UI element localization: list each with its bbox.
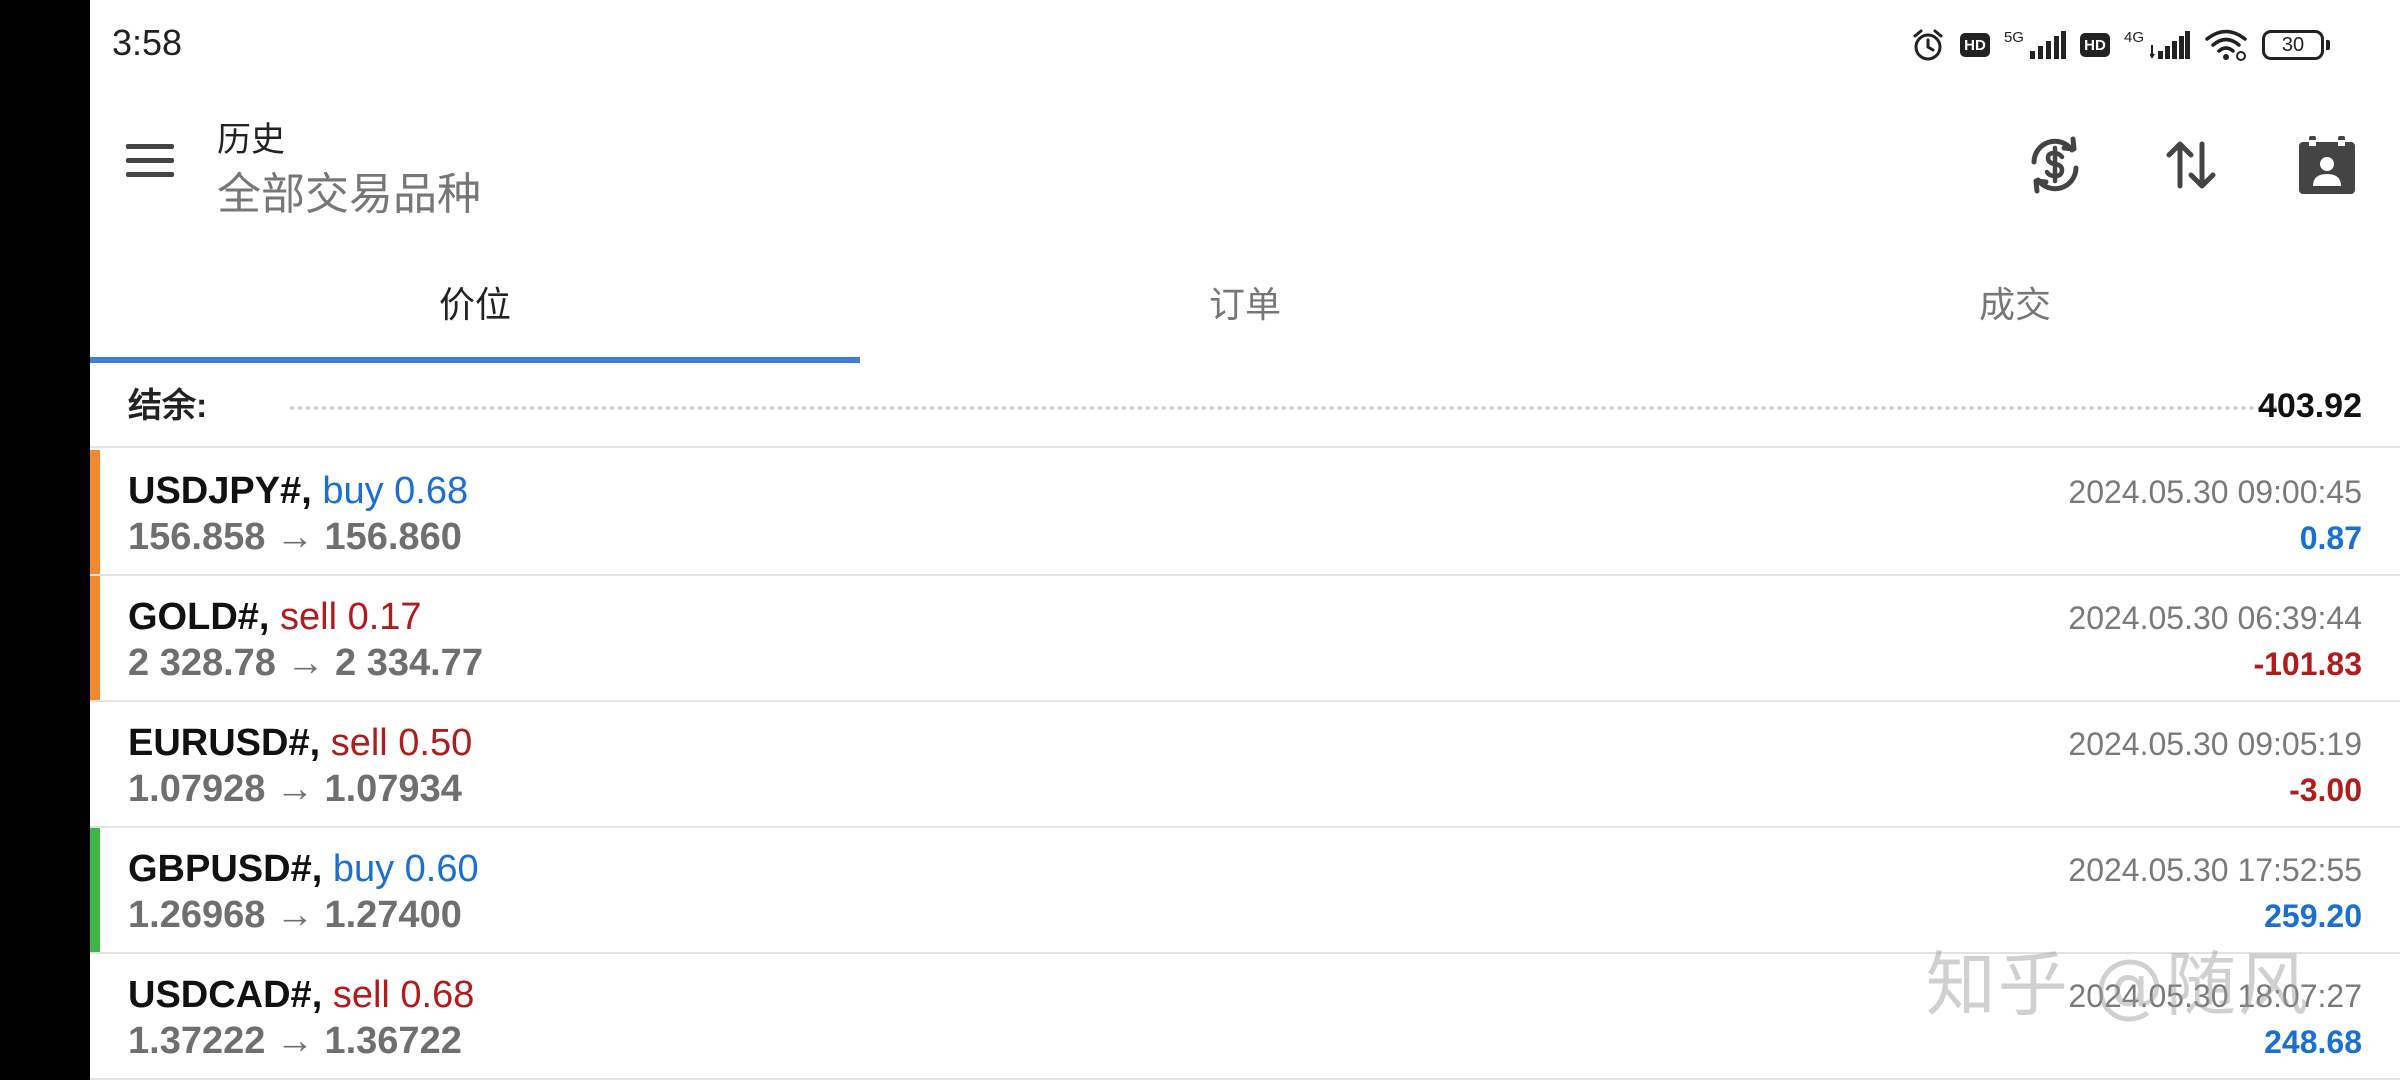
battery-level: 30 — [2262, 30, 2324, 60]
signal-4g-icon — [2150, 31, 2190, 59]
menu-icon[interactable] — [126, 130, 186, 190]
row-marker — [90, 450, 100, 574]
position-symbol: EURUSD#, — [128, 722, 321, 764]
toolbar: 历史 全部交易品种 — [90, 90, 2400, 240]
battery-tip — [2326, 40, 2330, 50]
position-profit: 259.20 — [2264, 898, 2362, 934]
position-time: 2024.05.30 09:05:19 — [2068, 726, 2362, 762]
page-title: 历史 — [217, 121, 285, 159]
position-profit: -101.83 — [2253, 646, 2362, 682]
position-time: 2024.05.30 17:52:55 — [2068, 852, 2362, 888]
alarm-icon — [1910, 27, 1946, 63]
signal-5g-icon — [2029, 31, 2066, 59]
network-4g-label: 4G — [2123, 28, 2144, 46]
position-profit: 0.87 — [2299, 520, 2362, 556]
symbol-filter[interactable]: 全部交易品种 — [217, 158, 481, 222]
battery-icon: 30 — [2262, 30, 2330, 60]
position-symbol: GBPUSD#, — [128, 848, 323, 890]
active-tab-indicator — [90, 357, 860, 363]
position-type: sell 0.68 — [332, 974, 475, 1016]
status-time: 3:58 — [112, 22, 183, 63]
position-symbol: USDCAD#, — [128, 974, 323, 1016]
position-profit: -3.00 — [2289, 772, 2362, 808]
tab-orders[interactable]: 订单 — [860, 240, 1630, 364]
row-marker — [90, 576, 100, 700]
position-type: sell 0.50 — [330, 722, 473, 764]
position-type: buy 0.60 — [332, 848, 479, 890]
positions-list: USDJPY#, buy 0.68 156.858 → 156.860 2024… — [90, 450, 2400, 1080]
status-bar: 3:58 HD 5G HD 4G 30 — [90, 0, 2400, 90]
position-time: 2024.05.30 06:39:44 — [2068, 600, 2362, 636]
row-marker — [90, 828, 100, 952]
sort-icon[interactable] — [2158, 132, 2224, 198]
position-prices: 156.858 → 156.860 — [128, 516, 462, 558]
screen-edge — [0, 0, 90, 1080]
position-prices: 2 328.78 → 2 334.77 — [128, 642, 483, 684]
app-screen: 3:58 HD 5G HD 4G 30 历史 全部交易品种 价位 订单 成交 结… — [90, 0, 2400, 1080]
balance-row: 结余: 403.92 — [90, 364, 2400, 448]
network-5g-label: 5G — [2003, 28, 2024, 46]
currency-sync-icon[interactable] — [2022, 132, 2088, 198]
status-icons: HD 5G HD 4G 30 — [1910, 24, 2330, 66]
position-row-1[interactable]: GOLD#, sell 0.17 2 328.78 → 2 334.77 202… — [90, 576, 2400, 702]
position-row-2[interactable]: EURUSD#, sell 0.50 1.07928 → 1.07934 202… — [90, 702, 2400, 828]
wifi-icon — [2204, 28, 2248, 62]
tab-positions[interactable]: 价位 — [90, 240, 860, 364]
position-time: 2024.05.30 18:07:27 — [2068, 978, 2362, 1014]
position-time: 2024.05.30 09:00:45 — [2068, 474, 2362, 510]
position-symbol: GOLD#, — [128, 596, 270, 638]
position-type: buy 0.68 — [322, 470, 469, 512]
position-row-0[interactable]: USDJPY#, buy 0.68 156.858 → 156.860 2024… — [90, 450, 2400, 576]
position-prices: 1.07928 → 1.07934 — [128, 768, 462, 810]
position-row-4[interactable]: USDCAD#, sell 0.68 1.37222 → 1.36722 202… — [90, 954, 2400, 1080]
position-profit: 248.68 — [2264, 1024, 2362, 1060]
hd-icon: HD — [1959, 33, 1990, 57]
hd-icon-2: HD — [2079, 33, 2110, 57]
position-type: sell 0.17 — [280, 596, 422, 638]
balance-leader-dots — [290, 406, 2280, 410]
balance-label: 结余: — [128, 387, 208, 425]
tab-deals[interactable]: 成交 — [1630, 240, 2400, 364]
position-prices: 1.26968 → 1.27400 — [128, 894, 462, 936]
calendar-contact-icon[interactable] — [2294, 132, 2360, 198]
toolbar-actions — [2022, 132, 2360, 198]
tab-bar: 价位 订单 成交 — [90, 240, 2400, 364]
position-row-3[interactable]: GBPUSD#, buy 0.60 1.26968 → 1.27400 2024… — [90, 828, 2400, 954]
position-symbol: USDJPY#, — [128, 470, 312, 512]
balance-value: 403.92 — [2258, 387, 2362, 425]
position-prices: 1.37222 → 1.36722 — [128, 1020, 462, 1062]
row-marker — [90, 954, 100, 1078]
row-marker — [90, 702, 100, 826]
